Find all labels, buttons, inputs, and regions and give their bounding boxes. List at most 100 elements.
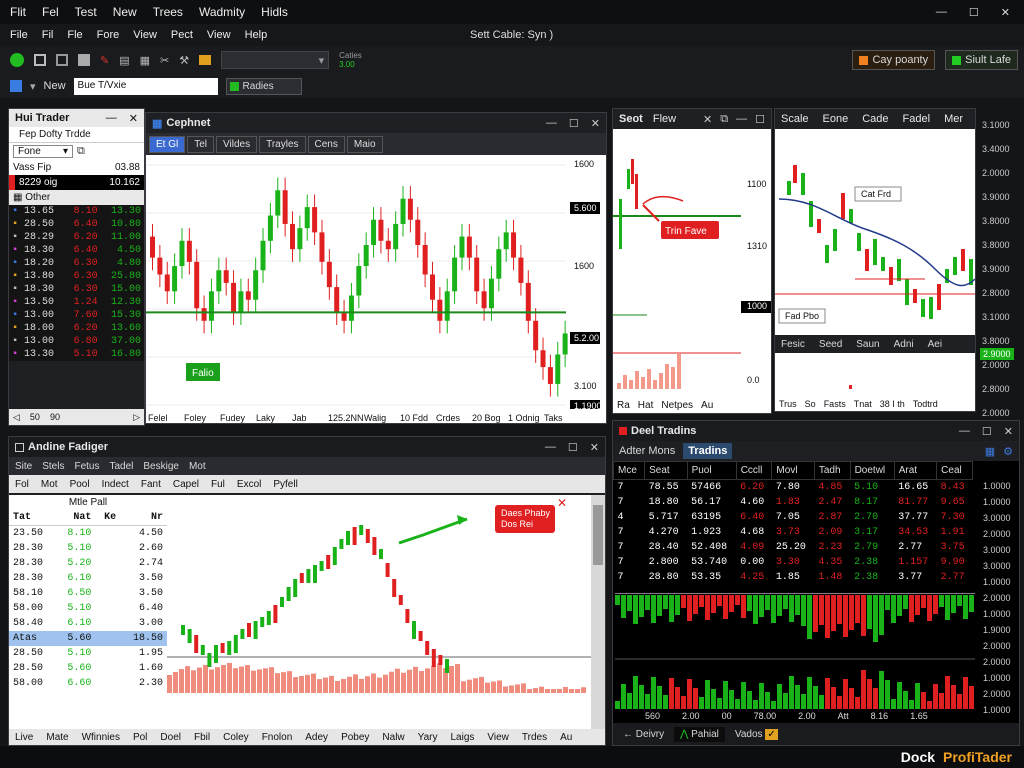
table-row[interactable]: ▪ 13.00 6.80 37.00 (9, 335, 144, 348)
seot-tab[interactable]: Seot (619, 113, 643, 125)
menu-hidls[interactable]: Hidls (261, 5, 288, 19)
mer-tab[interactable]: Mer (944, 113, 963, 125)
menu-flit[interactable]: Flit (10, 5, 26, 19)
rv-foot-3[interactable]: Adni (894, 339, 914, 350)
panel-close[interactable]: ✕ (129, 112, 138, 125)
menu-fore[interactable]: Fore (97, 29, 120, 41)
dt-grid-icon[interactable]: ▦ (985, 445, 995, 458)
menu-trees[interactable]: Trees (153, 5, 183, 19)
bl-m2-4[interactable]: Fant (141, 479, 161, 490)
bl-scrollbar[interactable] (591, 495, 605, 729)
main-candlestick-chart[interactable]: 16005.60016005.2.003.1001.1900FalioFelel… (146, 155, 606, 424)
siult-lafe-button[interactable]: Siult Lafe (945, 50, 1018, 70)
menu-file[interactable]: File (10, 29, 28, 41)
bl-foot-item[interactable]: Adey (305, 732, 328, 743)
bl-m1-5[interactable]: Mot (189, 461, 206, 472)
table-row[interactable]: 58.00 5.10 6.40 (9, 601, 167, 616)
table-row[interactable]: 4 5.717 63195 6.40 7.05 2.87 2.70 37.77 7.30 (614, 510, 973, 525)
column-header[interactable]: Movl (771, 461, 815, 480)
table-row[interactable]: 28.50 5.10 1.95 (9, 646, 167, 661)
dt-max[interactable]: ☐ (982, 425, 992, 438)
radies-dropdown[interactable]: Radies (225, 77, 302, 95)
bl-max[interactable]: ☐ (568, 441, 578, 454)
bl-foot-item[interactable]: Fnolon (262, 732, 293, 743)
bl-m2-2[interactable]: Pool (70, 479, 90, 490)
table-row[interactable]: ▪ 18.30 6.40 4.50 (9, 244, 144, 257)
bl-foot-item[interactable]: Au (560, 732, 572, 743)
symbol-input[interactable]: Bue T/Vxie (73, 77, 218, 95)
scroll-right[interactable]: ▷ (133, 412, 140, 423)
table-row[interactable]: ▪ 28.29 6.20 11.00 (9, 231, 144, 244)
flew-tab[interactable]: Flew (653, 113, 676, 125)
table-row[interactable]: 23.50 8.10 4.50 (9, 526, 167, 542)
bl-m1-4[interactable]: Beskige (143, 461, 179, 472)
scroll-left[interactable]: ◁ (13, 412, 20, 423)
fadel-tab[interactable]: Fadel (903, 113, 931, 125)
column-header[interactable]: Seat (644, 461, 688, 480)
column-header[interactable]: Tat (9, 510, 56, 526)
edit-icon[interactable]: ✎ (100, 54, 109, 67)
rv-foot-0[interactable]: Fesic (781, 339, 805, 350)
table-row[interactable]: 58.00 6.60 2.30 (9, 676, 167, 691)
table-row[interactable]: ▪ 28.50 6.40 10.80 (9, 218, 144, 231)
bl-m1-1[interactable]: Stels (42, 461, 64, 472)
bl-m2-6[interactable]: Ful (211, 479, 225, 490)
menu-view-2[interactable]: View (207, 29, 231, 41)
dt-tab-adter[interactable]: Adter Mons (619, 445, 675, 457)
maximize-button[interactable]: ☐ (969, 6, 979, 19)
table-row[interactable]: ▪ 13.00 7.60 15.30 (9, 309, 144, 322)
cut-icon[interactable]: ✂ (160, 54, 169, 67)
minimize-button[interactable]: — (936, 6, 947, 19)
column-header[interactable]: Arat (893, 461, 938, 480)
table-row[interactable]: ▪ 18.20 6.30 4.80 (9, 257, 144, 270)
bl-foot-item[interactable]: Mate (46, 732, 68, 743)
bl-m1-3[interactable]: Tadel (109, 461, 133, 472)
seot-chart[interactable]: Trin Fave 1100 1310 1000 0.0 (613, 129, 771, 399)
table-row[interactable]: 58.10 6.50 3.50 (9, 586, 167, 601)
scale-line-chart[interactable]: Cat Frd Fad Pbo (775, 129, 975, 334)
tab-deivry[interactable]: ← Deivry (617, 727, 670, 742)
menu-fle[interactable]: Fle (67, 29, 82, 41)
table-row[interactable]: ▪ 13.65 8.10 13.30 (9, 205, 144, 218)
bl-m1-0[interactable]: Site (15, 461, 32, 472)
tab-vados[interactable]: Vados ✓ (729, 727, 784, 742)
menu-new[interactable]: New (113, 5, 137, 19)
folder-icon[interactable] (199, 55, 212, 65)
table-row[interactable]: 7 78.55 57466 6.20 7.80 4.85 5.10 16.65 8.43 (614, 480, 973, 496)
bl-m2-0[interactable]: Fol (15, 479, 29, 490)
tab-maio[interactable]: Maio (346, 135, 383, 153)
bl-m2-8[interactable]: Pyfell (273, 479, 297, 490)
bl-foot-item[interactable]: Pobey (341, 732, 369, 743)
cade-tab[interactable]: Cade (862, 113, 888, 125)
dt-close[interactable]: ✕ (1004, 425, 1013, 438)
column-header[interactable]: Cccll (735, 461, 773, 480)
tab-pahial[interactable]: ⋀ Pahial (674, 726, 725, 742)
panel-min[interactable]: — (106, 112, 117, 125)
tab-tel[interactable]: Tel (187, 135, 215, 153)
tab-etgl[interactable]: Et Gl (149, 135, 186, 153)
bl-m1-2[interactable]: Fetus (74, 461, 99, 472)
table-row[interactable]: 7 28.80 53.35 4.25 1.85 1.48 2.38 3.77 2.77 (614, 570, 973, 585)
tab-cens[interactable]: Cens (307, 135, 345, 153)
dt-tab-tradins[interactable]: Tradins (683, 443, 733, 459)
column-header[interactable]: Puol (686, 461, 737, 480)
bl-foot-item[interactable]: Nalw (382, 732, 404, 743)
column-header[interactable]: Mce (613, 461, 646, 480)
menu-test[interactable]: Test (75, 5, 97, 19)
bl-foot-item[interactable]: Wfinnies (82, 732, 120, 743)
new-button[interactable]: New (44, 80, 66, 92)
table-row[interactable]: 58.40 6.10 3.00 (9, 616, 167, 631)
table-row[interactable]: ▪ 18.00 6.20 13.60 (9, 322, 144, 335)
filter-icon[interactable]: ⧉ (77, 145, 85, 158)
table-row[interactable]: 7 2.800 53.740 0.00 3.30 4.35 2.38 1.157 9.90 (614, 555, 973, 570)
rv-foot-4[interactable]: Aei (928, 339, 942, 350)
bl-foot-item[interactable]: View (487, 732, 509, 743)
table-row[interactable]: 28.30 6.10 3.50 (9, 571, 167, 586)
bl-m2-1[interactable]: Mot (41, 479, 58, 490)
table-row[interactable]: ▪ 18.30 6.30 15.00 (9, 283, 144, 296)
table-row[interactable]: ▪ 13.50 1.24 12.30 (9, 296, 144, 309)
save-icon[interactable] (34, 54, 46, 66)
table-row[interactable]: 28.30 5.10 2.60 (9, 541, 167, 556)
table-row[interactable]: 28.30 5.20 2.74 (9, 556, 167, 571)
bl-foot-item[interactable]: Trdes (522, 732, 547, 743)
